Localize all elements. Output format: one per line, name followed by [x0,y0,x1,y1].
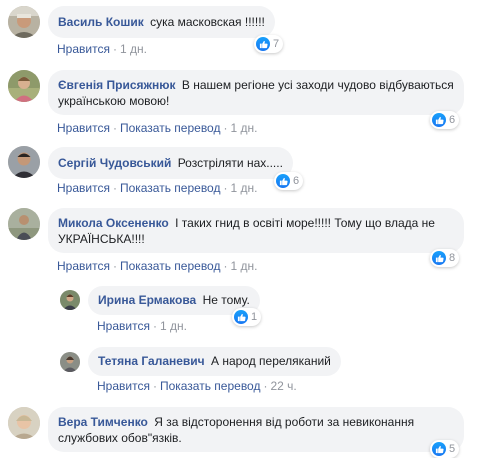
show-translation-link[interactable]: Показать перевод [120,121,221,135]
like-icon [432,113,446,127]
reaction-number: 6 [293,175,300,187]
comment-bubble: Тетяна Галаневич А народ переляканий [88,347,341,376]
reaction-number: 1 [251,311,258,323]
avatar[interactable] [8,407,40,439]
separator: · [112,42,117,56]
comment-text: А народ переляканий [210,354,331,368]
reaction-count[interactable]: 5 [430,440,460,458]
timestamp[interactable]: 1 дн. [160,319,187,333]
separator: · [112,259,117,273]
separator: · [112,181,117,195]
like-link[interactable]: Нравится [97,379,150,393]
like-link[interactable]: Нравится [57,181,110,195]
reaction-count[interactable]: 1 [232,308,262,326]
separator: · [223,259,228,273]
show-translation-link[interactable]: Показать перевод [160,379,261,393]
reaction-count[interactable]: 8 [430,249,460,267]
avatar[interactable] [8,208,40,240]
reaction-number: 8 [449,252,456,264]
comment-text: сука масковская !!!!!! [150,15,265,29]
separator: · [223,181,228,195]
comment-actions: Нравится · Показать перевод · 1 дн. [57,181,257,195]
like-link[interactable]: Нравится [57,121,110,135]
reaction-count[interactable]: 6 [274,172,304,190]
like-icon [234,310,248,324]
comment-bubble: Євгенія Присяжнюк В нашем регіоне усі за… [48,70,464,115]
like-icon [276,174,290,188]
comment-author[interactable]: Євгенія Присяжнюк [58,78,176,92]
comment-author[interactable]: Сергій Чудовський [58,156,171,170]
like-link[interactable]: Нравится [97,319,150,333]
reaction-number: 7 [273,38,280,50]
separator: · [152,379,157,393]
separator: · [263,379,268,393]
show-translation-link[interactable]: Показать перевод [120,259,221,273]
comment-actions: Нравится · 1 дн. [97,319,187,333]
comment-author[interactable]: Василь Кошик [58,15,144,29]
show-translation-link[interactable]: Показать перевод [120,181,221,195]
comment-author[interactable]: Вера Тимченко [58,415,148,429]
avatar[interactable] [60,352,80,372]
comment-bubble: Вера Тимченко Я за відсторонення від роб… [48,407,464,452]
avatar[interactable] [8,146,40,178]
timestamp[interactable]: 1 дн. [230,259,257,273]
reaction-number: 5 [449,443,456,455]
like-link[interactable]: Нравится [57,259,110,273]
comment-actions: Нравится · Показать перевод · 1 дн. [57,259,257,273]
separator: · [152,319,157,333]
separator: · [112,121,117,135]
timestamp[interactable]: 1 дн. [120,42,147,56]
comment-bubble: Василь Кошик сука масковская !!!!!! [48,6,275,38]
reaction-number: 6 [449,114,456,126]
reaction-count[interactable]: 7 [254,35,284,53]
comment-actions: Нравится · Показать перевод · 1 дн. [57,121,257,135]
like-icon [256,37,270,51]
like-link[interactable]: Нравится [57,42,110,56]
reaction-count[interactable]: 6 [430,111,460,129]
separator: · [223,121,228,135]
avatar[interactable] [8,70,40,102]
timestamp[interactable]: 22 ч. [270,379,296,393]
avatar[interactable] [8,6,40,38]
comment-text: Не тому. [202,293,250,307]
like-icon [432,442,446,456]
comment-bubble: Сергій Чудовський Розстріляти нах..... [48,147,293,179]
avatar[interactable] [60,290,80,310]
comment-text: Розстріляти нах..... [177,156,283,170]
comment-author[interactable]: Ирина Ермакова [98,293,196,307]
timestamp[interactable]: 1 дн. [230,181,257,195]
comment-author[interactable]: Микола Оксененко [58,216,169,230]
comment-bubble: Микола Оксененко І таких гнид в освіті м… [48,208,464,253]
comment-actions: Нравится · Показать перевод · 22 ч. [97,379,297,393]
timestamp[interactable]: 1 дн. [230,121,257,135]
comment-author[interactable]: Тетяна Галаневич [98,354,205,368]
comment-actions: Нравится · 1 дн. [57,42,147,56]
like-icon [432,251,446,265]
